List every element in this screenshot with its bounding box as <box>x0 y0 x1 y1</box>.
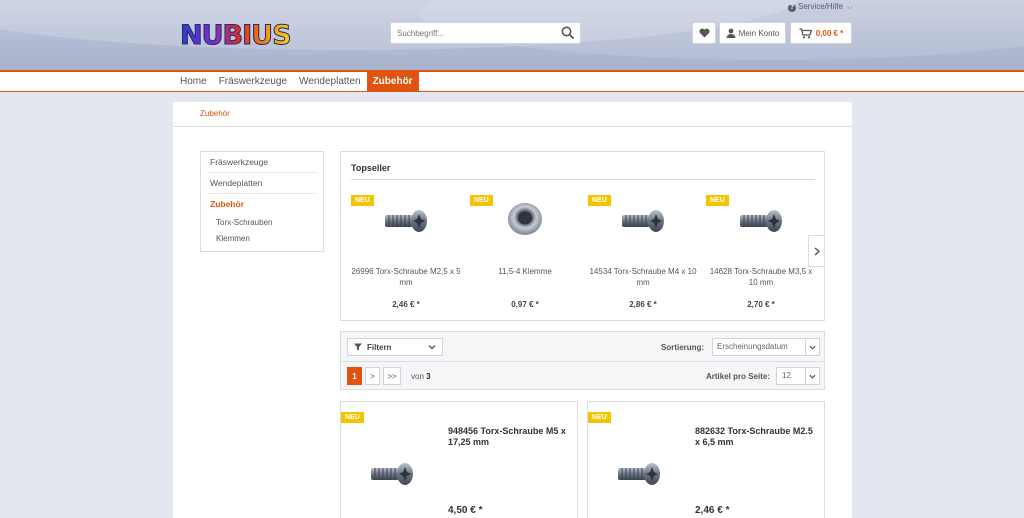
heart-icon <box>698 28 710 38</box>
new-badge: NEU <box>351 195 374 206</box>
product-name[interactable]: 948456 Torx-Schraube M5 x 17,25 mm <box>448 426 573 448</box>
listing-actions: Filtern Sortierung: Erscheinungsdatum 1 … <box>340 331 825 390</box>
nav-item-home[interactable]: Home <box>174 72 213 91</box>
new-badge: NEU <box>706 195 729 206</box>
per-page-select[interactable]: 12 <box>776 367 820 385</box>
content-panel: Zubehör Fräswerkzeuge Wendeplatten Zubeh… <box>173 102 852 518</box>
sidebar-item-wendeplatten[interactable]: Wendeplatten <box>207 173 317 194</box>
page-total: 3 <box>426 372 431 381</box>
breadcrumb: Zubehör <box>173 102 852 127</box>
product-price: 2,86 € * <box>629 300 657 309</box>
product-price: 0,97 € * <box>511 300 539 309</box>
account-button[interactable]: Mein Konto <box>719 22 786 44</box>
product-price: 4,50 € * <box>448 505 483 516</box>
new-badge: NEU <box>470 195 493 206</box>
torx-screw-image <box>618 463 660 485</box>
chevron-right-icon <box>814 246 820 256</box>
logo[interactable]: NUBIUS <box>180 20 293 52</box>
filter-button[interactable]: Filtern <box>347 338 443 356</box>
sort-select[interactable]: Erscheinungsdatum <box>712 338 820 356</box>
page-of-label: von <box>411 372 424 381</box>
search-input[interactable] <box>391 23 551 43</box>
product-card[interactable]: NEU 948456 Torx-Schraube M5 x 17,25 mm 4… <box>340 401 578 518</box>
category-sidebar: Fräswerkzeuge Wendeplatten Zubehör Torx-… <box>200 151 324 252</box>
help-icon: ? <box>788 4 796 12</box>
topseller-product[interactable]: NEU 14628 Torx-Schraube M3,5 x 10 mm 2,7… <box>706 195 816 315</box>
sidebar-subitem-torx-schrauben[interactable]: Torx-Schrauben <box>216 215 323 231</box>
search-box <box>390 22 581 44</box>
chevron-down-icon <box>428 345 436 350</box>
sidebar-subitem-klemmen[interactable]: Klemmen <box>216 231 323 247</box>
page-next-button[interactable]: > <box>365 367 380 385</box>
product-price: 2,46 € * <box>695 505 730 516</box>
divider <box>341 361 824 362</box>
cart-icon <box>799 27 812 38</box>
nav-item-wendeplatten[interactable]: Wendeplatten <box>293 72 367 91</box>
product-price: 2,70 € * <box>747 300 775 309</box>
clamp-washer-image <box>508 203 542 235</box>
per-page-label: Artikel pro Seite: <box>706 372 771 381</box>
filter-label: Filtern <box>367 342 392 352</box>
page-current-button[interactable]: 1 <box>347 367 362 385</box>
user-icon <box>726 28 736 38</box>
search-icon[interactable] <box>561 26 575 40</box>
torx-screw-image <box>740 210 782 232</box>
nav-item-fraeswerkzeuge[interactable]: Fräswerkzeuge <box>213 72 293 91</box>
filter-icon <box>354 343 362 351</box>
topseller-slider: Topseller NEU 26996 Torx-Schraube M2,5 x… <box>340 151 825 321</box>
chevron-down-icon <box>809 374 816 379</box>
per-page-value: 12 <box>782 371 791 380</box>
sort-label: Sortierung: <box>661 343 705 352</box>
main-navigation: Home Fräswerkzeuge Wendeplatten Zubehör <box>0 70 1024 92</box>
sidebar-item-fraeswerkzeuge[interactable]: Fräswerkzeuge <box>207 152 317 173</box>
account-label: Mein Konto <box>738 28 780 38</box>
product-card[interactable]: NEU 882632 Torx-Schraube M2.5 x 6,5 mm 2… <box>587 401 825 518</box>
chevron-down-icon: ⌵ <box>847 4 853 11</box>
cart-button[interactable]: 0,00 € * <box>790 22 852 44</box>
sort-value: Erscheinungsdatum <box>717 342 788 351</box>
select-toggle <box>805 368 819 384</box>
topseller-product[interactable]: NEU 11,5-4 Klemme 0,97 € * <box>470 195 580 315</box>
topseller-product[interactable]: NEU 14534 Torx-Schraube M4 x 10 mm 2,86 … <box>588 195 698 315</box>
nav-item-zubehoer[interactable]: Zubehör <box>366 72 419 91</box>
page-last-button[interactable]: >> <box>383 367 401 385</box>
page-count: von 3 <box>411 372 431 381</box>
product-name[interactable]: 26996 Torx-Schraube M2,5 x 5 mm <box>351 266 461 288</box>
divider <box>351 179 815 180</box>
topseller-product[interactable]: NEU 26996 Torx-Schraube M2,5 x 5 mm 2,46… <box>351 195 461 315</box>
cart-amount: 0,00 € * <box>815 28 844 38</box>
product-price: 2,46 € * <box>392 300 420 309</box>
topseller-title: Topseller <box>351 163 391 173</box>
select-toggle <box>805 339 819 355</box>
product-name[interactable]: 14534 Torx-Schraube M4 x 10 mm <box>588 266 698 288</box>
torx-screw-image <box>622 210 664 232</box>
breadcrumb-item[interactable]: Zubehör <box>200 109 230 118</box>
product-name[interactable]: 882632 Torx-Schraube M2.5 x 6,5 mm <box>695 426 820 448</box>
sidebar-item-zubehoer[interactable]: Zubehör <box>207 194 317 215</box>
new-badge: NEU <box>341 412 364 423</box>
service-menu[interactable]: ? Service/Hilfe ⌵ <box>788 2 852 12</box>
torx-screw-image <box>385 210 427 232</box>
chevron-down-icon <box>809 345 816 350</box>
new-badge: NEU <box>588 195 611 206</box>
wishlist-button[interactable] <box>692 22 716 44</box>
product-name[interactable]: 14628 Torx-Schraube M3,5 x 10 mm <box>706 266 816 288</box>
service-label: Service/Hilfe <box>798 2 843 11</box>
torx-screw-image <box>371 463 413 485</box>
slider-next-button[interactable] <box>808 235 825 267</box>
new-badge: NEU <box>588 412 611 423</box>
product-name[interactable]: 11,5-4 Klemme <box>470 266 580 277</box>
